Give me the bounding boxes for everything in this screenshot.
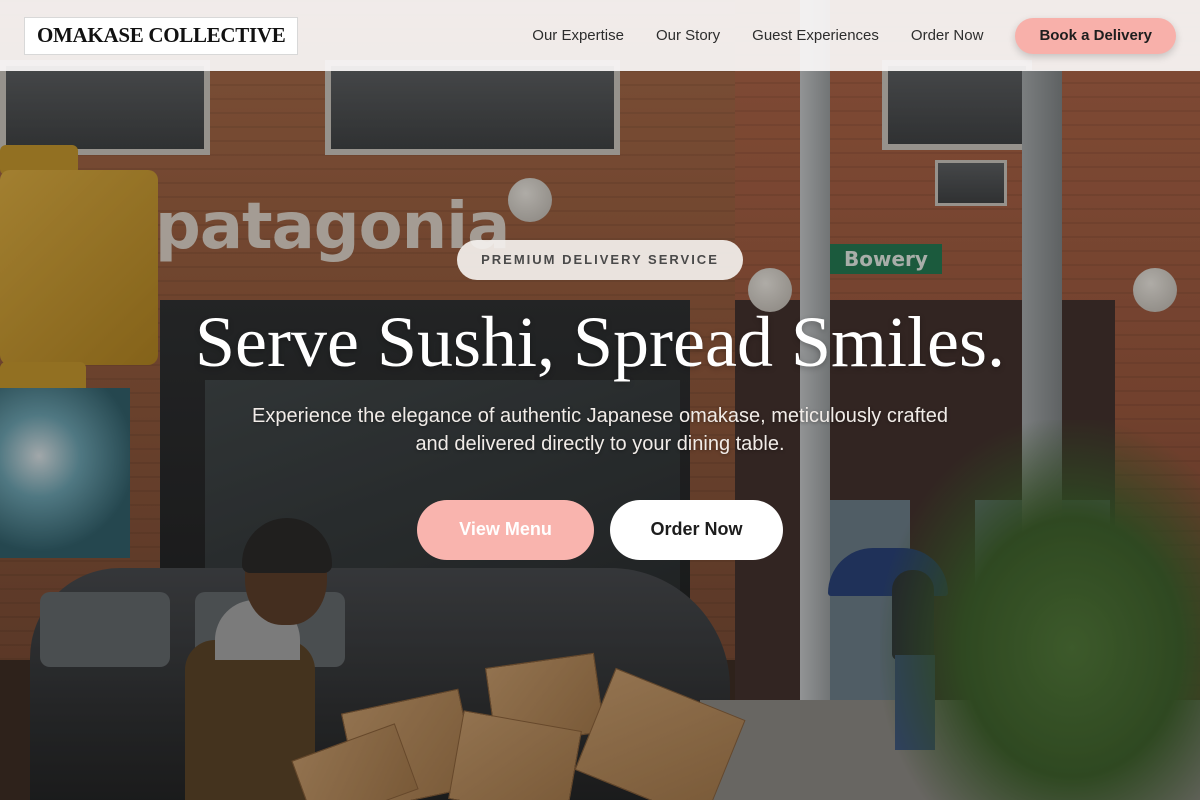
hero-section: PREMIUM DELIVERY SERVICE Serve Sushi, Sp… <box>0 240 1200 560</box>
view-menu-button[interactable]: View Menu <box>417 499 594 560</box>
nav-link-our-story[interactable]: Our Story <box>656 27 720 44</box>
nav-link-guest-experiences[interactable]: Guest Experiences <box>752 27 879 44</box>
service-badge: PREMIUM DELIVERY SERVICE <box>457 240 743 280</box>
nav-link-our-expertise[interactable]: Our Expertise <box>532 27 624 44</box>
hero-subtitle: Experience the elegance of authentic Jap… <box>252 404 948 455</box>
brand-logo[interactable]: OMAKASE COLLECTIVE <box>24 16 299 55</box>
hero-actions: View Menu Order Now <box>0 499 1200 560</box>
main-nav: Our Expertise Our Story Guest Experience… <box>532 17 1176 54</box>
order-now-button[interactable]: Order Now <box>610 499 783 560</box>
nav-link-order-now[interactable]: Order Now <box>911 27 984 44</box>
site-header: OMAKASE COLLECTIVE Our Expertise Our Sto… <box>0 0 1200 71</box>
book-delivery-button[interactable]: Book a Delivery <box>1015 17 1176 54</box>
hero-title: Serve Sushi, Spread Smiles. <box>195 302 1005 382</box>
